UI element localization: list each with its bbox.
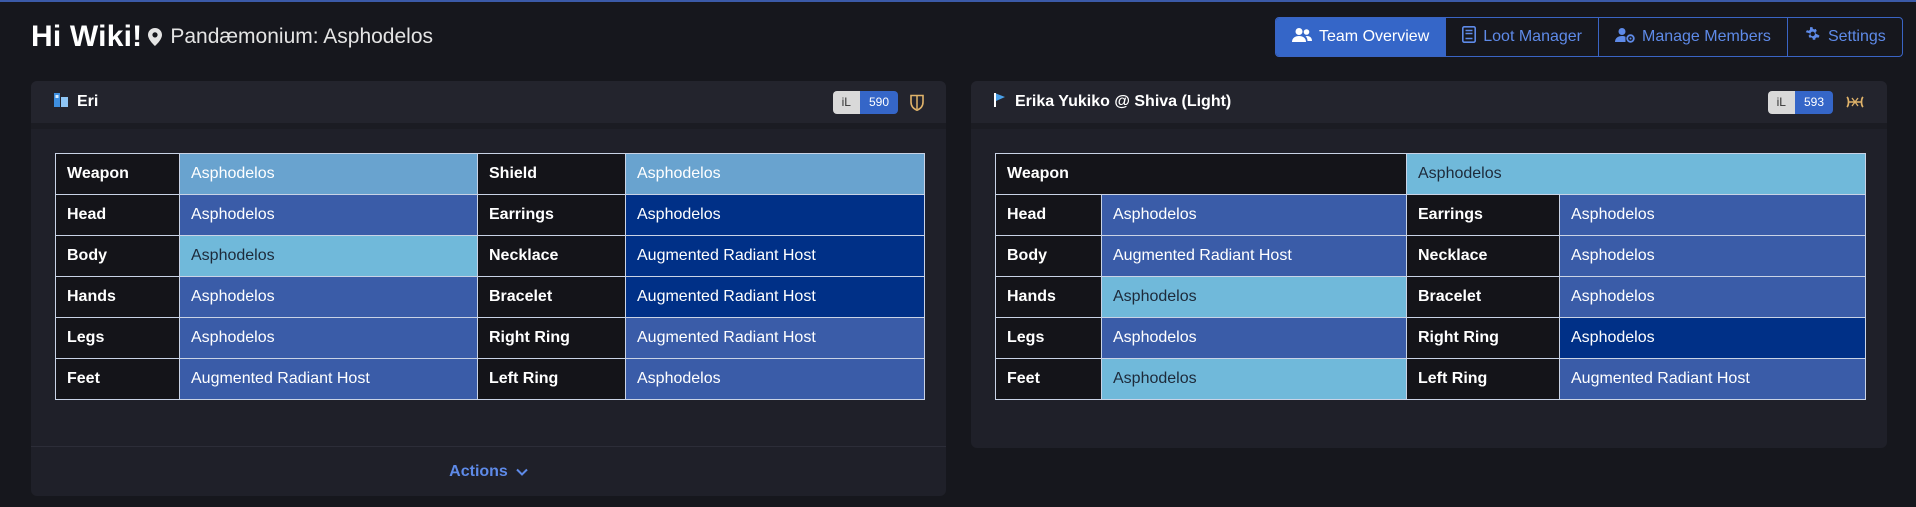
- table-row: Hands Asphodelos Bracelet Asphodelos: [995, 276, 1866, 318]
- table-row: Legs Asphodelos Right Ring Asphodelos: [995, 317, 1866, 359]
- top-bar: Hi Wiki! Pandæmonium: Asphodelos Team Ov…: [0, 2, 1916, 72]
- gear-table: Weapon Asphodelos Head Asphodelos Earrings…: [995, 153, 1866, 400]
- table-row: Feet Augmented Radiant Host Left Ring Aspho…: [55, 358, 925, 400]
- slot-label: Hands: [55, 276, 180, 318]
- actions-label: Actions: [449, 462, 508, 480]
- member-name: Eri: [77, 93, 99, 110]
- slot-label: Head: [995, 194, 1102, 236]
- users-icon: [1292, 27, 1319, 48]
- member-card-header: Erika Yukiko @ Shiva (Light) iL 593: [971, 81, 1887, 129]
- slot-value: Augmented Radiant Host: [625, 317, 925, 359]
- slot-label: Feet: [55, 358, 180, 400]
- paladin-job-icon: [53, 92, 69, 113]
- slot-label: Bracelet: [1406, 276, 1560, 318]
- slot-value: Augmented Radiant Host: [625, 235, 925, 277]
- slot-label: Hands: [995, 276, 1102, 318]
- member-card-footer: Actions: [31, 446, 946, 496]
- member-name: Erika Yukiko @ Shiva (Light): [1015, 93, 1232, 110]
- item-level-label: iL: [832, 90, 860, 114]
- book-icon: [1462, 26, 1483, 48]
- main-nav: Team Overview Loot Manager Manage Member…: [1275, 17, 1903, 57]
- slot-value: Asphodelos: [179, 153, 478, 195]
- map-pin-icon: [148, 28, 163, 46]
- member-card-header: Eri iL 590: [31, 81, 946, 129]
- slot-value: Asphodelos: [1101, 194, 1407, 236]
- slot-value: Asphodelos: [1559, 317, 1866, 359]
- slot-label: Right Ring: [477, 317, 626, 359]
- slot-label: Feet: [995, 358, 1102, 400]
- slot-label: Weapon: [995, 153, 1407, 195]
- item-level-label: iL: [1767, 90, 1795, 114]
- dancer-job-icon: [993, 92, 1007, 113]
- item-level-badge: iL 590: [832, 90, 898, 114]
- slot-value: Augmented Radiant Host: [1101, 235, 1407, 277]
- settings-button[interactable]: Settings: [1788, 18, 1902, 56]
- slot-label: Weapon: [55, 153, 180, 195]
- table-row: Hands Asphodelos Bracelet Augmented Radiant…: [55, 276, 925, 318]
- table-row: Body Augmented Radiant Host Necklace Asphod…: [995, 235, 1866, 277]
- page-header: Hi Wiki! Pandæmonium: Asphodelos: [31, 20, 433, 54]
- member-card-erika: Erika Yukiko @ Shiva (Light) iL 593 Weap…: [971, 81, 1887, 448]
- slot-label: Legs: [995, 317, 1102, 359]
- table-row: Weapon Asphodelos Shield Asphodelos: [55, 153, 925, 195]
- slot-label: Earrings: [477, 194, 626, 236]
- slot-value: Asphodelos: [179, 235, 478, 277]
- slot-value: Asphodelos: [625, 358, 925, 400]
- ranged-dps-icon: [1845, 95, 1865, 109]
- table-row: Weapon Asphodelos: [995, 153, 1866, 195]
- slot-value: Augmented Radiant Host: [625, 276, 925, 318]
- slot-label: Necklace: [477, 235, 626, 277]
- raid-location: Pandæmonium: Asphodelos: [170, 25, 434, 48]
- settings-label: Settings: [1827, 28, 1886, 45]
- slot-value: Asphodelos: [179, 194, 478, 236]
- table-row: Head Asphodelos Earrings Asphodelos: [55, 194, 925, 236]
- slot-label: Head: [55, 194, 180, 236]
- slot-value: Augmented Radiant Host: [179, 358, 478, 400]
- slot-value: Asphodelos: [625, 194, 925, 236]
- slot-value: Asphodelos: [1559, 194, 1866, 236]
- team-overview-button[interactable]: Team Overview: [1276, 18, 1447, 56]
- user-cog-icon: [1614, 27, 1642, 48]
- table-row: Head Asphodelos Earrings Asphodelos: [995, 194, 1866, 236]
- table-row: Legs Asphodelos Right Ring Augmented Radian…: [55, 317, 925, 359]
- chevron-down-icon: [508, 463, 528, 481]
- item-level-badge: iL 593: [1767, 90, 1833, 114]
- slot-value: Asphodelos: [625, 153, 925, 195]
- slot-value: Asphodelos: [1406, 153, 1866, 195]
- table-row: Body Asphodelos Necklace Augmented Radiant …: [55, 235, 925, 277]
- slot-value: Asphodelos: [179, 317, 478, 359]
- slot-label: Left Ring: [1406, 358, 1560, 400]
- manage-members-label: Manage Members: [1641, 28, 1771, 45]
- slot-label: Earrings: [1406, 194, 1560, 236]
- slot-label: Necklace: [1406, 235, 1560, 277]
- gear-table: Weapon Asphodelos Shield Asphodelos Head Asph…: [55, 153, 925, 400]
- slot-value: Asphodelos: [1101, 276, 1407, 318]
- slot-label: Body: [55, 235, 180, 277]
- slot-value: Asphodelos: [179, 276, 478, 318]
- slot-label: Left Ring: [477, 358, 626, 400]
- loot-manager-button[interactable]: Loot Manager: [1446, 18, 1599, 56]
- slot-label: Body: [995, 235, 1102, 277]
- slot-label: Right Ring: [1406, 317, 1560, 359]
- item-level-value: 593: [1794, 90, 1833, 114]
- actions-dropdown-button[interactable]: Actions: [449, 463, 528, 481]
- team-overview-label: Team Overview: [1319, 28, 1430, 45]
- manage-members-button[interactable]: Manage Members: [1599, 18, 1788, 56]
- loot-manager-label: Loot Manager: [1483, 28, 1582, 45]
- table-row: Feet Asphodelos Left Ring Augmented Radiant…: [995, 358, 1866, 400]
- slot-label: Bracelet: [477, 276, 626, 318]
- gear-icon: [1804, 26, 1828, 48]
- item-level-value: 590: [859, 90, 898, 114]
- greeting-title: Hi Wiki!: [31, 20, 143, 53]
- member-card-eri: Eri iL 590 Weapon Asphodelos Shield Asphode…: [31, 81, 946, 496]
- slot-value: Asphodelos: [1559, 276, 1866, 318]
- slot-value: Augmented Radiant Host: [1559, 358, 1866, 400]
- tank-shield-icon: [910, 94, 924, 111]
- slot-value: Asphodelos: [1101, 358, 1407, 400]
- slot-value: Asphodelos: [1101, 317, 1407, 359]
- slot-label: Shield: [477, 153, 626, 195]
- slot-value: Asphodelos: [1559, 235, 1866, 277]
- slot-label: Legs: [55, 317, 180, 359]
